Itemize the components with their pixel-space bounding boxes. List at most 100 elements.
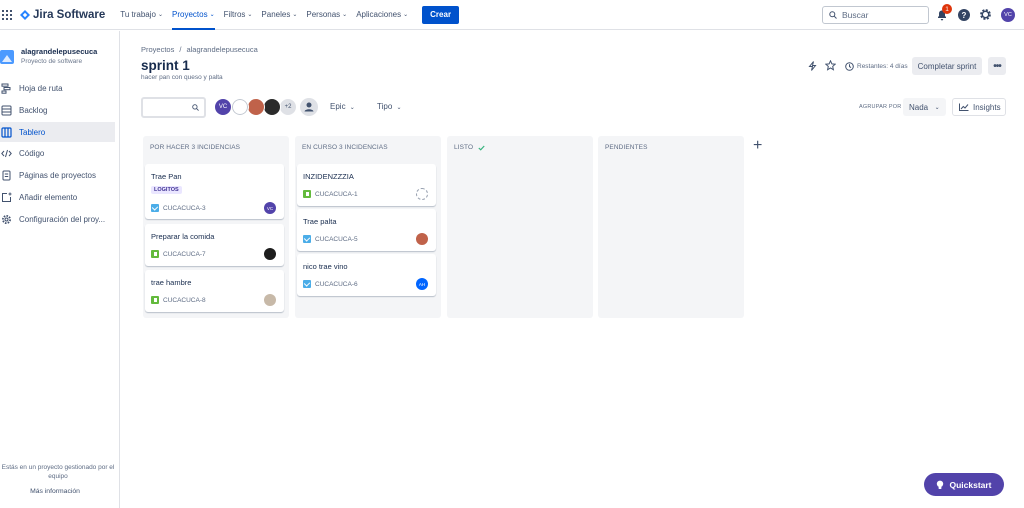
column-title: PENDIENTES: [605, 144, 648, 151]
breadcrumb-project[interactable]: alagrandelepusecuca: [186, 45, 257, 54]
filter-avatar[interactable]: [247, 98, 265, 116]
global-search-input[interactable]: Buscar: [822, 6, 929, 24]
project-header[interactable]: alagrandelepusecuca Proyecto de software: [0, 47, 97, 65]
type-filter-label: Tipo: [377, 102, 393, 111]
check-icon: [478, 145, 485, 151]
issue-key-text: CUCACUCA-1: [315, 190, 358, 198]
column-title: POR HACER 3 INCIDENCIAS: [150, 144, 240, 151]
board-icon: [1, 126, 12, 138]
sidebar-footer-text: Estás en un proyecto gestionado por el e…: [1, 464, 115, 480]
gear-icon[interactable]: [979, 8, 992, 21]
lightning-icon[interactable]: [808, 61, 817, 71]
issue-key-text: CUCACUCA-3: [163, 204, 206, 212]
insights-label: Insights: [973, 102, 1001, 112]
project-name: alagrandelepusecuca: [21, 47, 98, 56]
more-actions-button[interactable]: •••: [988, 57, 1006, 75]
nav-2[interactable]: Filtros ⌄: [224, 0, 253, 30]
sidebar: alagrandelepusecuca Proyecto de software…: [0, 31, 120, 508]
task-type-icon: [303, 280, 311, 288]
code-icon: [1, 149, 12, 157]
nav-4[interactable]: Personas ⌄: [306, 0, 347, 30]
nav-3[interactable]: Paneles ⌄: [261, 0, 297, 30]
sidebar-item-label: Tablero: [19, 127, 46, 137]
group-by-label: AGRUPAR POR: [859, 104, 902, 110]
card-title: INZIDENZZZIA: [303, 172, 354, 181]
breadcrumb: Proyectos / alagrandelepusecuca: [141, 45, 258, 54]
nav-item-label: Personas: [306, 10, 341, 19]
search-icon: [192, 104, 199, 111]
help-icon[interactable]: ?: [958, 9, 970, 21]
epic-filter[interactable]: Epic ⌄: [330, 102, 355, 111]
filter-avatar[interactable]: [231, 98, 249, 116]
issue-key: CUCACUCA-7: [151, 250, 206, 258]
chevron-down-icon: ⌄: [349, 105, 355, 111]
more-info-link[interactable]: Más información: [0, 488, 110, 495]
nav-0[interactable]: Tu trabajo ⌄: [120, 0, 163, 30]
star-icon[interactable]: [825, 60, 836, 71]
app-switcher-icon[interactable]: [2, 9, 12, 20]
group-by-select[interactable]: Nada ⌄: [903, 98, 946, 116]
sidebar-item-1[interactable]: Backlog: [0, 100, 115, 120]
filter-avatar[interactable]: +2: [279, 98, 297, 116]
sidebar-item-label: Páginas de proyectos: [19, 170, 96, 180]
filter-avatar[interactable]: VC: [214, 98, 232, 116]
board-search-input[interactable]: [141, 97, 206, 118]
nav-item-label: Filtros: [223, 10, 246, 19]
issue-card[interactable]: nico trae vino CUCACUCA-6 AH: [297, 254, 436, 296]
user-avatar[interactable]: VC: [1001, 8, 1015, 22]
add-column-button[interactable]: +: [753, 137, 762, 155]
lightbulb-icon: [937, 480, 944, 489]
breadcrumb-projects[interactable]: Proyectos: [141, 45, 174, 54]
assignee-avatar[interactable]: VC: [264, 202, 276, 214]
issue-card[interactable]: trae hambre CUCACUCA-8: [145, 270, 284, 312]
assignee-avatar[interactable]: [264, 294, 276, 306]
group-by-value: Nada: [909, 102, 929, 112]
task-type-icon: [303, 235, 311, 243]
insights-button[interactable]: Insights: [952, 98, 1006, 116]
issue-card[interactable]: INZIDENZZZIA CUCACUCA-1: [297, 164, 436, 206]
issue-key: CUCACUCA-3: [151, 204, 206, 212]
sidebar-item-4[interactable]: Páginas de proyectos: [0, 165, 115, 185]
create-button[interactable]: Crear: [422, 5, 460, 24]
issue-card[interactable]: Preparar la comida CUCACUCA-7: [145, 224, 284, 266]
issue-card[interactable]: Trae Pan LOGITOS CUCACUCA-3 VC: [145, 164, 284, 219]
nav-item-label: Tu trabajo: [120, 10, 156, 19]
nav-5[interactable]: Aplicaciones ⌄: [356, 0, 408, 30]
board-column: EN CURSO 3 INCIDENCIAS INZIDENZZZIA CUCACU…: [295, 136, 441, 318]
card-label: LOGITOS: [151, 186, 182, 194]
sprint-goal: hacer pan con queso y palta: [141, 74, 223, 81]
assignee-avatar[interactable]: [416, 233, 428, 245]
assignee-initials: AH: [418, 281, 426, 287]
quickstart-button[interactable]: Quickstart: [924, 473, 1004, 496]
epic-filter-label: Epic: [330, 102, 346, 111]
complete-sprint-button[interactable]: Completar sprint: [912, 57, 982, 75]
assignee-avatar[interactable]: [264, 248, 276, 260]
sidebar-item-3[interactable]: Código: [0, 143, 115, 163]
filter-avatar-initials: VC: [218, 104, 228, 110]
issue-key-text: CUCACUCA-6: [315, 280, 358, 288]
assignee-avatar[interactable]: [416, 188, 428, 200]
jira-diamond-icon: [20, 9, 30, 20]
sidebar-item-5[interactable]: Añadir elemento: [0, 187, 115, 207]
chevron-down-icon: ⌄: [934, 104, 940, 111]
sidebar-item-2[interactable]: Tablero: [0, 122, 115, 142]
nav-1[interactable]: Proyectos ⌄: [172, 0, 215, 30]
filter-avatar[interactable]: [263, 98, 281, 116]
search-placeholder: Buscar: [842, 10, 869, 20]
sidebar-item-0[interactable]: Hoja de ruta: [0, 78, 115, 98]
jira-logo[interactable]: Jira Software: [20, 9, 105, 21]
card-title: trae hambre: [151, 278, 192, 287]
chevron-down-icon: ⌄: [403, 12, 409, 18]
project-avatar-icon: [0, 50, 14, 64]
assignee-avatar[interactable]: AH: [416, 278, 428, 290]
sidebar-item-6[interactable]: Configuración del proy...: [0, 209, 115, 229]
add-people-icon[interactable]: [300, 98, 318, 116]
story-type-icon: [151, 296, 159, 304]
board-column: PENDIENTES: [598, 136, 744, 318]
issue-card[interactable]: Trae palta CUCACUCA-5: [297, 209, 436, 251]
card-title: Preparar la comida: [151, 232, 215, 241]
type-filter[interactable]: Tipo ⌄: [377, 102, 402, 111]
card-title: Trae palta: [303, 217, 337, 226]
column-title-text: LISTO: [454, 144, 474, 151]
issue-key: CUCACUCA-6: [303, 280, 358, 288]
